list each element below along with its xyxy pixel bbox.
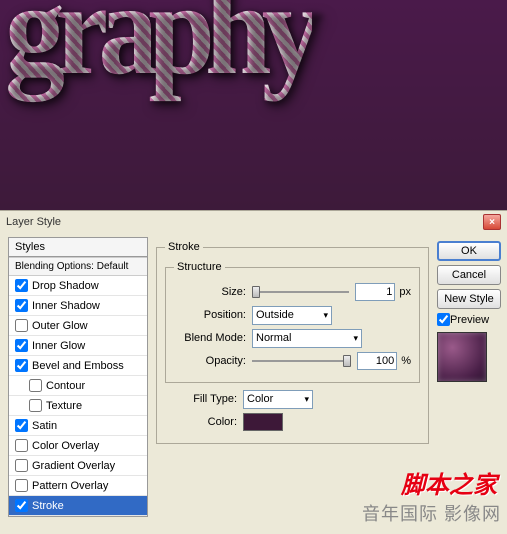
typography-sample: graphy	[5, 0, 312, 105]
style-item-texture[interactable]: Texture	[9, 396, 147, 416]
style-checkbox[interactable]	[15, 439, 28, 452]
opacity-label: Opacity:	[174, 355, 246, 367]
style-checkbox[interactable]	[15, 499, 28, 512]
style-label: Drop Shadow	[32, 280, 99, 292]
style-label: Satin	[32, 420, 57, 432]
style-checkbox[interactable]	[29, 399, 42, 412]
fill-type-select[interactable]: Color	[243, 390, 313, 409]
structure-fieldset: Structure Size: px Position: Outside Ble…	[165, 261, 420, 383]
style-item-satin[interactable]: Satin	[9, 416, 147, 436]
watermark-text: 脚本之家	[401, 465, 497, 500]
blend-mode-label: Blend Mode:	[174, 332, 246, 344]
style-item-inner-glow[interactable]: Inner Glow	[9, 336, 147, 356]
style-item-inner-shadow[interactable]: Inner Shadow	[9, 296, 147, 316]
watermark-url: 音年国际 影像网	[362, 500, 501, 526]
stroke-settings-panel: Stroke Structure Size: px Position: Outs…	[148, 237, 437, 517]
style-item-drop-shadow[interactable]: Drop Shadow	[9, 276, 147, 296]
size-slider[interactable]	[252, 283, 349, 301]
preview-checkbox-row[interactable]: Preview	[437, 313, 503, 326]
close-icon[interactable]: ×	[483, 214, 501, 230]
style-checkbox[interactable]	[15, 479, 28, 492]
style-item-stroke[interactable]: Stroke	[9, 496, 147, 516]
color-swatch[interactable]	[243, 413, 283, 431]
style-label: Color Overlay	[32, 440, 99, 452]
style-label: Texture	[46, 400, 82, 412]
size-unit: px	[399, 286, 411, 298]
style-label: Stroke	[32, 500, 64, 512]
preview-swatch	[437, 332, 487, 382]
styles-header[interactable]: Styles	[9, 238, 147, 257]
style-checkbox[interactable]	[15, 419, 28, 432]
color-label: Color:	[165, 416, 237, 428]
style-checkbox[interactable]	[29, 379, 42, 392]
style-label: Bevel and Emboss	[32, 360, 124, 372]
style-label: Gradient Overlay	[32, 460, 115, 472]
cancel-button[interactable]: Cancel	[437, 265, 501, 285]
style-label: Inner Shadow	[32, 300, 100, 312]
effects-list-panel: Styles Blending Options: Default Drop Sh…	[8, 237, 148, 517]
style-item-contour[interactable]: Contour	[9, 376, 147, 396]
style-checkbox[interactable]	[15, 279, 28, 292]
style-item-pattern-overlay[interactable]: Pattern Overlay	[9, 476, 147, 496]
stroke-legend: Stroke	[165, 241, 203, 253]
preview-checkbox[interactable]	[437, 313, 450, 326]
blending-options-item[interactable]: Blending Options: Default	[9, 257, 147, 276]
dialog-titlebar[interactable]: Layer Style ×	[0, 211, 507, 233]
style-item-gradient-overlay[interactable]: Gradient Overlay	[9, 456, 147, 476]
opacity-unit: %	[401, 355, 411, 367]
style-checkbox[interactable]	[15, 459, 28, 472]
size-label: Size:	[174, 286, 246, 298]
blend-mode-select[interactable]: Normal	[252, 329, 362, 348]
style-item-outer-glow[interactable]: Outer Glow	[9, 316, 147, 336]
position-select[interactable]: Outside	[252, 306, 332, 325]
opacity-slider[interactable]	[252, 352, 351, 370]
position-label: Position:	[174, 309, 246, 321]
ok-button[interactable]: OK	[437, 241, 501, 261]
style-label: Pattern Overlay	[32, 480, 108, 492]
style-checkbox[interactable]	[15, 299, 28, 312]
canvas-preview: graphy	[0, 0, 507, 210]
style-label: Outer Glow	[32, 320, 88, 332]
style-label: Contour	[46, 380, 85, 392]
style-checkbox[interactable]	[15, 339, 28, 352]
style-item-color-overlay[interactable]: Color Overlay	[9, 436, 147, 456]
size-input[interactable]	[355, 283, 395, 301]
style-item-bevel-and-emboss[interactable]: Bevel and Emboss	[9, 356, 147, 376]
fill-type-label: Fill Type:	[165, 393, 237, 405]
style-checkbox[interactable]	[15, 319, 28, 332]
opacity-input[interactable]	[357, 352, 397, 370]
new-style-button[interactable]: New Style	[437, 289, 501, 309]
style-checkbox[interactable]	[15, 359, 28, 372]
structure-legend: Structure	[174, 261, 225, 273]
style-label: Inner Glow	[32, 340, 85, 352]
preview-label: Preview	[450, 314, 489, 326]
dialog-title: Layer Style	[6, 216, 61, 228]
stroke-fieldset: Stroke Structure Size: px Position: Outs…	[156, 241, 429, 444]
